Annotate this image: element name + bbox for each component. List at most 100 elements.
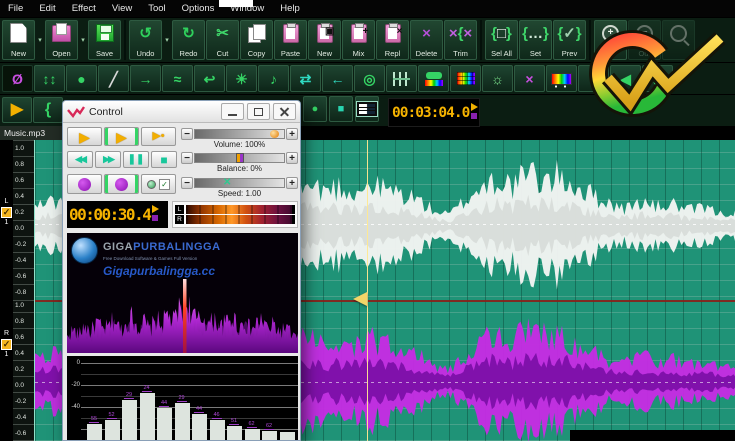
paste-new-button[interactable]: ▣ New [308, 20, 341, 60]
paste-icon [282, 22, 299, 43]
exclaim-icon[interactable]: (! [642, 65, 673, 92]
flange-icon[interactable]: ☀ [226, 65, 257, 92]
ctrl-record-selection-button[interactable] [104, 174, 139, 194]
record-dot-button[interactable]: ● [303, 96, 327, 122]
brace-marker-button[interactable]: { [33, 97, 63, 123]
disable-effect-icon[interactable]: Ø [2, 65, 33, 92]
balance-plus-button[interactable]: + [286, 152, 298, 164]
play-circle-icon[interactable]: ◑ [578, 65, 609, 92]
balance-minus-button[interactable]: − [181, 152, 193, 164]
channel-checkbox-l[interactable]: ✓ [1, 207, 12, 218]
volume-track[interactable] [194, 129, 285, 139]
menu-view[interactable]: View [104, 1, 140, 16]
select-all-icon: {□} [491, 24, 512, 42]
speaker-icon[interactable]: ◀ [610, 65, 641, 92]
ctrl-play-from-button[interactable]: ▶• [141, 127, 176, 146]
speed-plus-button[interactable]: + [286, 177, 298, 189]
play-button[interactable]: ▶ [2, 97, 32, 123]
envelope-icon[interactable] [418, 65, 449, 92]
copy-icon [248, 23, 266, 43]
cut-button[interactable]: ✂ Cut [206, 20, 239, 60]
undo-button[interactable]: ↺ Undo [129, 20, 162, 60]
channel-checkbox-r[interactable]: ✓ [1, 339, 12, 350]
speed-minus-button[interactable]: − [181, 177, 193, 189]
delete-button[interactable]: × Delete [410, 20, 443, 60]
interpolate-icon[interactable]: ☼ [482, 65, 513, 92]
speed-slider[interactable]: − ✕ + [181, 177, 298, 189]
effects-toolbar: Ø ↕↕ ● ╱ → ≈ ↩ ☀ ♪ ⇄ ← ◎ ☼ × ◑ ◀ (! [0, 62, 735, 94]
ctrl-pause-button[interactable]: ❚❚ [123, 151, 149, 168]
close-button[interactable] [273, 103, 296, 120]
stop-square-button[interactable]: ■ [329, 96, 353, 122]
document-tab[interactable]: Music.mp3 [0, 126, 63, 140]
ctrl-play-selection-button[interactable]: ▶ [104, 127, 139, 146]
balance-track[interactable] [194, 153, 285, 163]
offset-arrow-icon[interactable]: → [130, 65, 161, 92]
note-pitch-icon[interactable]: ♪ [258, 65, 289, 92]
volume-plus-button[interactable]: + [286, 128, 298, 140]
expander-icon[interactable]: × [514, 65, 545, 92]
ctrl-monitor-panel[interactable]: ✓ [141, 174, 176, 194]
undo-dropdown-icon[interactable]: ▾ [163, 20, 171, 60]
redo-button[interactable]: ↻ Redo [172, 20, 205, 60]
select-all-button[interactable]: {□} Sel All [485, 20, 518, 60]
copy-button[interactable]: Copy [240, 20, 273, 60]
playhead-line[interactable] [367, 140, 368, 441]
ctrl-rewind-button[interactable]: ◀◀ [67, 151, 93, 168]
balance-slider[interactable]: − + [181, 152, 298, 164]
preview-icon: {✓} [557, 24, 582, 42]
paste-button[interactable]: Paste [274, 20, 307, 60]
ruler-value: 0.0 [15, 382, 25, 389]
set-markers-button[interactable]: {…} Set [519, 20, 552, 60]
analyzer-gridline [81, 407, 298, 408]
preview-button[interactable]: {✓} Prev [553, 20, 586, 60]
save-file-button[interactable]: Save [88, 20, 121, 60]
pan-meter-icon[interactable] [546, 65, 577, 92]
speed-track[interactable]: ✕ [194, 177, 285, 188]
menu-edit[interactable]: Edit [31, 1, 63, 16]
spectrum-filter-icon[interactable] [450, 65, 481, 92]
adjust-updown-icon[interactable]: ↕↕ [34, 65, 65, 92]
menu-effect[interactable]: Effect [64, 1, 104, 16]
replace-button[interactable]: × Repl [376, 20, 409, 60]
playhead-marker-icon[interactable] [353, 292, 367, 306]
shape-wave-icon[interactable]: ≈ [162, 65, 193, 92]
amplitude-ruler-right: 1.00.80.60.40.20.0-0.2-0.4-0.6-0.8 [13, 301, 34, 441]
analyzer-bar [122, 400, 137, 440]
zoom-out-button[interactable]: − Out [628, 20, 661, 60]
zoom-previous-button[interactable] [662, 20, 695, 60]
swap-channels-icon[interactable]: ⇄ [290, 65, 321, 92]
ctrl-fast-forward-button[interactable]: ▶▶ [95, 151, 121, 168]
doppler-icon[interactable]: ● [66, 65, 97, 92]
new-file-button[interactable]: New [2, 20, 35, 60]
monitor-checkbox[interactable]: ✓ [159, 178, 170, 190]
reverse-icon[interactable]: ↩ [194, 65, 225, 92]
equalizer-icon[interactable] [386, 65, 417, 92]
open-file-dropdown-icon[interactable]: ▾ [79, 20, 87, 60]
pitch-line-icon[interactable]: ╱ [98, 65, 129, 92]
ctrl-stop-button[interactable]: ■ [151, 151, 177, 168]
menu-file[interactable]: File [0, 1, 31, 16]
control-titlebar[interactable]: Control [63, 101, 300, 123]
analyzer-bar [157, 408, 172, 440]
balance-handle[interactable] [235, 153, 244, 163]
volume-slider[interactable]: − + [181, 128, 298, 140]
new-file-dropdown-icon[interactable]: ▾ [36, 20, 44, 60]
speed-handle[interactable]: ✕ [223, 177, 231, 188]
menu-help[interactable]: Help [272, 1, 308, 16]
volume-minus-button[interactable]: − [181, 128, 193, 140]
mechanize-icon[interactable]: ◎ [354, 65, 385, 92]
zoom-in-button[interactable]: + In [594, 20, 627, 60]
minimize-button[interactable] [221, 103, 244, 120]
open-file-button[interactable]: Open [45, 20, 78, 60]
menu-tool[interactable]: Tool [140, 1, 173, 16]
device-properties-button[interactable] [355, 96, 379, 122]
back-arrow-icon[interactable]: ← [322, 65, 353, 92]
ctrl-play-button[interactable]: ▶ [67, 127, 102, 146]
menu-options[interactable]: Options [174, 1, 223, 16]
volume-handle[interactable] [269, 130, 279, 138]
ctrl-record-button[interactable] [67, 174, 102, 194]
mix-button[interactable]: + Mix [342, 20, 375, 60]
restore-button[interactable] [247, 103, 270, 120]
trim-button[interactable]: ×{× Trim [444, 20, 477, 60]
